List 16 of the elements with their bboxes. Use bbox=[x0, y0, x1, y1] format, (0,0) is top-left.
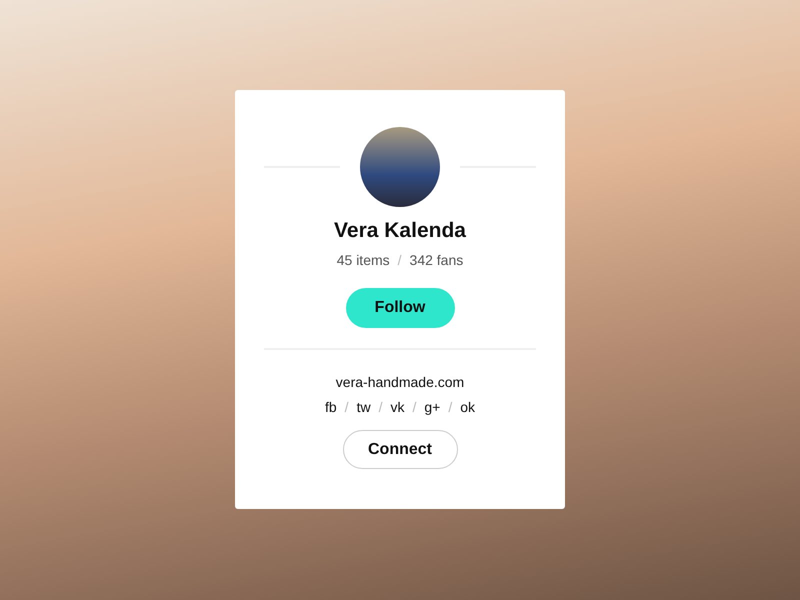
slash-separator: / bbox=[412, 399, 416, 415]
follow-button[interactable]: Follow bbox=[346, 288, 454, 328]
social-link[interactable]: fb bbox=[324, 399, 337, 415]
social-link[interactable]: tw bbox=[356, 399, 371, 415]
slash-separator: / bbox=[378, 399, 382, 415]
stat-count: 45 items bbox=[336, 252, 390, 268]
connect-button[interactable]: Connect bbox=[342, 430, 458, 469]
social-link[interactable]: vk bbox=[390, 399, 404, 415]
social-link[interactable]: g+ bbox=[424, 399, 440, 415]
slash-separator: / bbox=[398, 252, 402, 268]
social-link[interactable]: ok bbox=[460, 399, 475, 415]
profile-name: Vera Kalenda bbox=[334, 219, 466, 243]
stat-count: 342 fans bbox=[410, 252, 464, 268]
slash-separator: / bbox=[448, 399, 452, 415]
website-link[interactable]: vera-handmade.com bbox=[336, 374, 464, 390]
slash-separator: / bbox=[344, 399, 349, 415]
